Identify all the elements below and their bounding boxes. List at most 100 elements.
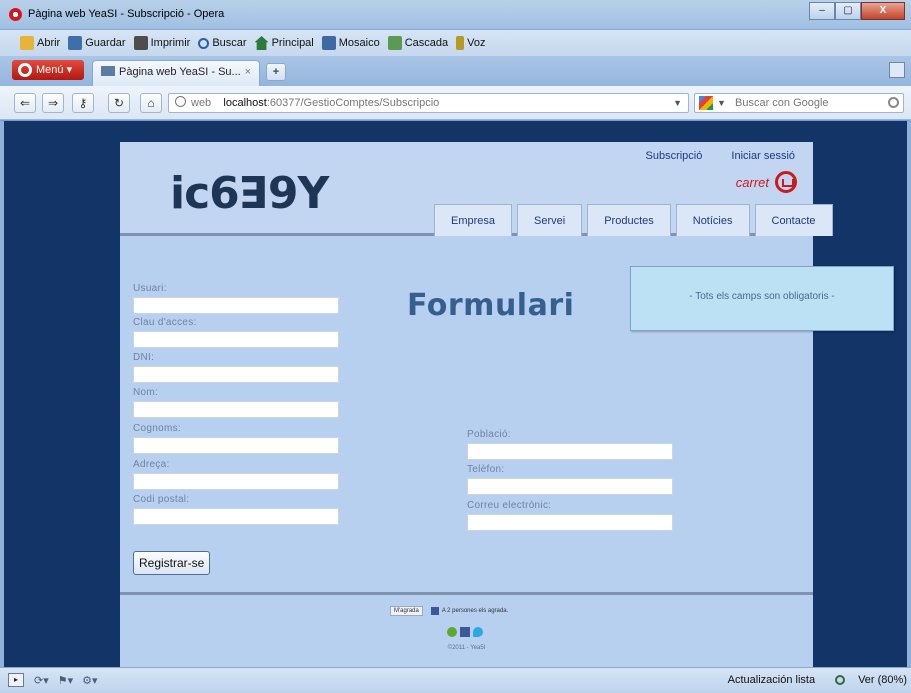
save-button[interactable]: Guardar xyxy=(68,36,126,50)
cart-label: carret xyxy=(735,174,769,190)
twitter-icon[interactable] xyxy=(473,627,483,637)
opera-menu-button[interactable]: Menú ▾ xyxy=(12,60,84,80)
main-nav: Empresa Servei Productes Notícies Contac… xyxy=(434,204,838,236)
clau-label: Clau d'acces: xyxy=(133,317,197,328)
folder-icon xyxy=(20,36,34,50)
field-poblacio: Població: xyxy=(467,429,673,460)
like-count-text: A 2 persones els agrada. xyxy=(441,608,509,614)
nav-productes[interactable]: Productes xyxy=(587,204,671,236)
open-button[interactable]: Abrir xyxy=(20,36,60,50)
login-link[interactable]: Iniciar sessió xyxy=(731,150,795,162)
google-icon xyxy=(699,96,713,110)
globe-icon xyxy=(175,96,186,107)
maximize-button[interactable]: ▢ xyxy=(835,2,861,20)
shopping-cart-icon xyxy=(775,171,797,193)
adreca-label: Adreça: xyxy=(133,459,170,470)
find-button[interactable]: Buscar xyxy=(198,37,247,49)
dni-input[interactable] xyxy=(133,366,339,383)
field-codi-postal: Codi postal: xyxy=(133,494,339,525)
window-controls: – ▢ X xyxy=(809,2,905,20)
search-engine-input[interactable]: ▼ Buscar con Google xyxy=(694,93,904,113)
turbo-icon[interactable]: ⟳▾ xyxy=(34,674,49,687)
poblacio-input[interactable] xyxy=(467,443,673,460)
field-correu: Correu electrònic: xyxy=(467,500,673,531)
field-usuari: Usuari: xyxy=(133,283,339,314)
nav-noticies[interactable]: Notícies xyxy=(675,204,750,236)
correu-label: Correu electrònic: xyxy=(467,500,552,511)
opera-o-icon xyxy=(18,63,32,77)
unite-icon[interactable]: ⚑▾ xyxy=(58,674,73,687)
reload-button[interactable]: ↻ xyxy=(108,93,130,113)
open-label: Abrir xyxy=(37,37,61,49)
tab-close-icon[interactable]: × xyxy=(245,66,251,78)
home-button[interactable]: Principal xyxy=(254,36,314,50)
site-header: ic6ꓱ9Y Subscripció Iniciar sessió carret… xyxy=(120,142,833,236)
telefon-label: Telèfon: xyxy=(467,464,505,475)
facebook-icon[interactable] xyxy=(460,627,470,637)
close-window-button[interactable]: X xyxy=(861,2,905,20)
copyright-text: ©2011 - Yea5I xyxy=(447,645,486,651)
nav-servei[interactable]: Servei xyxy=(517,204,583,236)
panel-toggle-icon[interactable]: ▸ xyxy=(8,673,24,687)
site-container: ic6ꓱ9Y Subscripció Iniciar sessió carret… xyxy=(120,142,894,667)
subscribe-link[interactable]: Subscripció xyxy=(646,150,703,162)
minimize-button[interactable]: – xyxy=(809,2,835,20)
tile-button[interactable]: Mosaico xyxy=(321,36,380,50)
url-scheme-label: web xyxy=(191,97,212,109)
like-widget: M'agrada A 2 persones els agrada. xyxy=(390,606,508,616)
settings-icon[interactable]: ⚙▾ xyxy=(82,674,97,687)
chevron-down-icon[interactable]: ▼ xyxy=(717,94,726,112)
zoom-control[interactable]: Ver (80%) xyxy=(825,674,907,686)
home-label: Principal xyxy=(271,37,314,49)
voice-label: Voz xyxy=(467,37,486,49)
cascade-button[interactable]: Cascada xyxy=(387,36,449,50)
save-icon xyxy=(68,36,83,50)
cascade-label: Cascada xyxy=(404,37,449,49)
tile-icon xyxy=(321,36,336,50)
nav-contacte[interactable]: Contacte xyxy=(754,204,833,236)
cognoms-label: Cognoms: xyxy=(133,423,181,434)
url-input[interactable]: web localhost:60377/GestioComptes/Subscr… xyxy=(168,93,689,113)
print-icon xyxy=(133,36,148,50)
clau-input[interactable] xyxy=(133,331,339,348)
microphone-icon xyxy=(456,36,465,50)
facebook-icon xyxy=(430,607,439,615)
menu-label: Menú xyxy=(36,64,64,76)
nom-label: Nom: xyxy=(133,387,159,398)
voice-button[interactable]: Voz xyxy=(456,36,486,50)
like-button[interactable]: M'agrada xyxy=(390,606,423,616)
forward-button[interactable]: ⇒ xyxy=(42,93,64,113)
cognoms-input[interactable] xyxy=(133,437,339,454)
share-icon[interactable] xyxy=(447,627,457,637)
nom-input[interactable] xyxy=(133,401,339,418)
usuari-input[interactable] xyxy=(133,297,339,314)
cart-link[interactable]: carret xyxy=(736,171,797,193)
usuari-label: Usuari: xyxy=(133,283,167,294)
address-bar-row: ⇐ ⇒ ⚷ ↻ ⌂ web localhost:60377/GestioComp… xyxy=(0,86,911,120)
page-title: Formulari xyxy=(407,288,575,323)
telefon-input[interactable] xyxy=(467,478,673,495)
zoom-icon xyxy=(835,675,846,685)
back-button[interactable]: ⇐ xyxy=(14,93,36,113)
correu-input[interactable] xyxy=(467,514,673,531)
key-icon[interactable]: ⚷ xyxy=(72,93,94,113)
url-host: localhost xyxy=(223,97,267,109)
trash-icon[interactable] xyxy=(889,62,905,78)
home-nav-button[interactable]: ⌂ xyxy=(140,93,162,113)
codi-postal-input[interactable] xyxy=(133,508,339,525)
chevron-down-icon[interactable]: ▼ xyxy=(673,94,682,112)
register-button[interactable]: Registrar-se xyxy=(133,551,211,575)
tab-active[interactable]: Pàgina web YeaSI - Su... × xyxy=(92,60,260,86)
nav-empresa[interactable]: Empresa xyxy=(434,204,513,236)
print-button[interactable]: Imprimir xyxy=(133,36,191,50)
tab-bar: Menú ▾ Pàgina web YeaSI - Su... × + xyxy=(0,56,911,86)
new-tab-button[interactable]: + xyxy=(266,63,286,81)
social-links xyxy=(447,627,486,637)
field-cognoms: Cognoms: xyxy=(133,423,339,454)
top-links: Subscripció Iniciar sessió xyxy=(620,150,796,162)
search-icon xyxy=(198,37,210,49)
site-logo[interactable]: ic6ꓱ9Y xyxy=(170,168,329,219)
magnifier-icon[interactable] xyxy=(888,97,899,108)
print-label: Imprimir xyxy=(150,37,191,49)
adreca-input[interactable] xyxy=(133,473,339,490)
